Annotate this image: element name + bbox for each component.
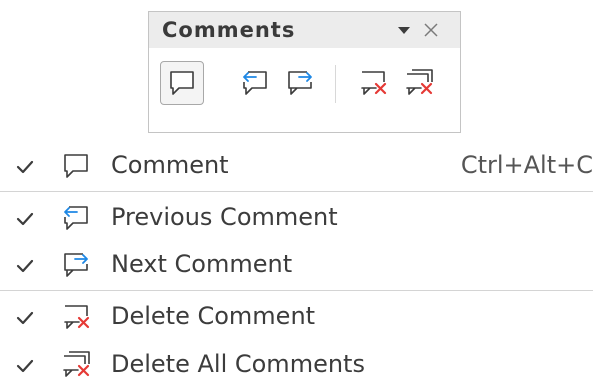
toolbar-title: Comments	[162, 18, 296, 42]
menu-item-label: Delete Comment	[111, 302, 316, 330]
toolbar-separator	[335, 65, 336, 103]
menu-item-label: Next Comment	[111, 250, 293, 278]
close-icon[interactable]	[422, 21, 440, 43]
next-comment-icon	[288, 71, 312, 95]
delete-all-comments-icon	[406, 69, 433, 95]
delete-comment-icon	[361, 71, 387, 95]
toolbar-header[interactable]: Comments	[149, 12, 460, 48]
next-comment-button[interactable]	[278, 61, 322, 105]
menu-item-shortcut: Ctrl+Alt+C	[460, 151, 593, 179]
menu-item-label: Previous Comment	[111, 203, 338, 231]
comment-icon	[170, 71, 194, 95]
menu-item-delete-all-comments[interactable]: Delete All Comments	[0, 342, 593, 388]
menu-item-comment[interactable]: Comment Ctrl+Alt+C	[0, 143, 593, 189]
check-icon	[15, 356, 35, 380]
check-icon	[15, 256, 35, 280]
check-icon	[15, 209, 35, 233]
menu-item-delete-comment[interactable]: Delete Comment	[0, 294, 593, 340]
menu-separator	[0, 191, 593, 192]
menu-item-label: Comment	[111, 151, 229, 179]
delete-all-comments-button[interactable]	[397, 61, 441, 105]
check-icon	[15, 308, 35, 332]
toolbar-body	[149, 48, 460, 132]
comments-toolbar: Comments	[148, 11, 461, 133]
toolbar-menu-dropdown-icon[interactable]	[395, 21, 413, 43]
previous-comment-icon	[60, 202, 92, 238]
menu-separator	[0, 290, 593, 291]
comment-icon	[60, 150, 92, 186]
menu-item-next-comment[interactable]: Next Comment	[0, 242, 593, 288]
menu-item-label: Delete All Comments	[111, 350, 365, 378]
check-icon	[15, 157, 35, 181]
delete-all-comments-icon	[60, 349, 92, 385]
previous-comment-icon	[243, 71, 267, 95]
menu-item-previous-comment[interactable]: Previous Comment	[0, 195, 593, 241]
comment-button[interactable]	[160, 61, 204, 105]
previous-comment-button[interactable]	[233, 61, 277, 105]
delete-comment-icon	[60, 301, 92, 337]
next-comment-icon	[60, 249, 92, 285]
delete-comment-button[interactable]	[351, 61, 395, 105]
